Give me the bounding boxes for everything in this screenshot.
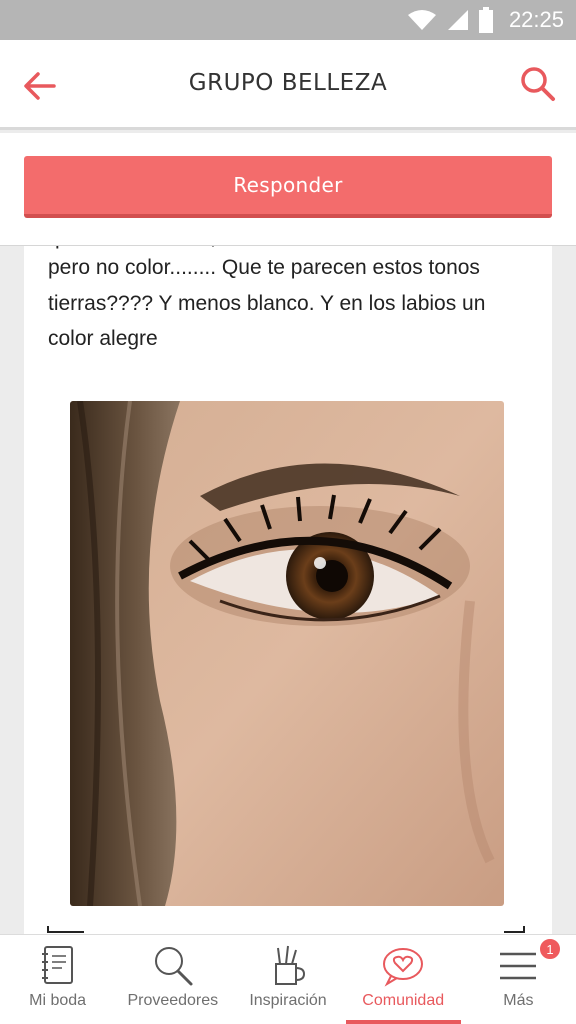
content-area: quedan naturales, le has dado más intens… — [0, 246, 576, 936]
nav-label: Más — [503, 992, 534, 1009]
notebook-icon — [41, 946, 73, 984]
post-image[interactable] — [70, 401, 504, 906]
heart-chat-icon — [383, 948, 424, 987]
eye-photo — [70, 401, 504, 906]
nav-inspiracion[interactable]: Inspiración — [230, 935, 345, 1024]
nav-comunidad[interactable]: Comunidad — [345, 935, 461, 1024]
reply-bar: Responder — [0, 133, 576, 246]
nav-label: Proveedores — [127, 992, 219, 1009]
active-indicator — [345, 1020, 461, 1024]
status-icons: 22:25 — [407, 0, 564, 40]
notification-badge: 1 — [538, 937, 563, 961]
reply-button[interactable]: Responder — [24, 156, 552, 218]
nav-mi-boda[interactable]: Mi boda — [0, 935, 115, 1024]
app-bar: GRUPO BELLEZA — [0, 40, 576, 130]
battery-icon — [478, 7, 493, 33]
search-icon — [154, 947, 193, 986]
post-card: quedan naturales, le has dado más intens… — [24, 246, 552, 936]
card-corner-marks — [47, 926, 525, 933]
signal-icon — [447, 10, 468, 30]
nav-proveedores[interactable]: Proveedores — [115, 935, 230, 1024]
nav-label: Comunidad — [362, 992, 445, 1009]
search-icon — [521, 67, 555, 101]
status-bar: 22:25 — [0, 0, 576, 40]
pencil-cup-icon — [275, 945, 306, 985]
nav-label: Mi boda — [29, 992, 87, 1009]
nav-mas[interactable]: 1 Más — [461, 935, 576, 1024]
page-title: GRUPO BELLEZA — [188, 70, 388, 96]
post-body: quedan naturales, le has dado más intens… — [48, 246, 528, 357]
menu-icon — [500, 952, 537, 980]
nav-label: Inspiración — [249, 992, 327, 1009]
search-button[interactable] — [516, 62, 560, 106]
bottom-nav: Mi boda Proveedores Inspiración Comunida… — [0, 934, 576, 1024]
status-time: 22:25 — [508, 7, 564, 32]
post-text-cutoff: quedan naturales, le has dado más intens… — [48, 246, 478, 256]
wifi-icon — [407, 10, 436, 30]
post-text: pero no color........ Que te parecen est… — [48, 256, 486, 350]
